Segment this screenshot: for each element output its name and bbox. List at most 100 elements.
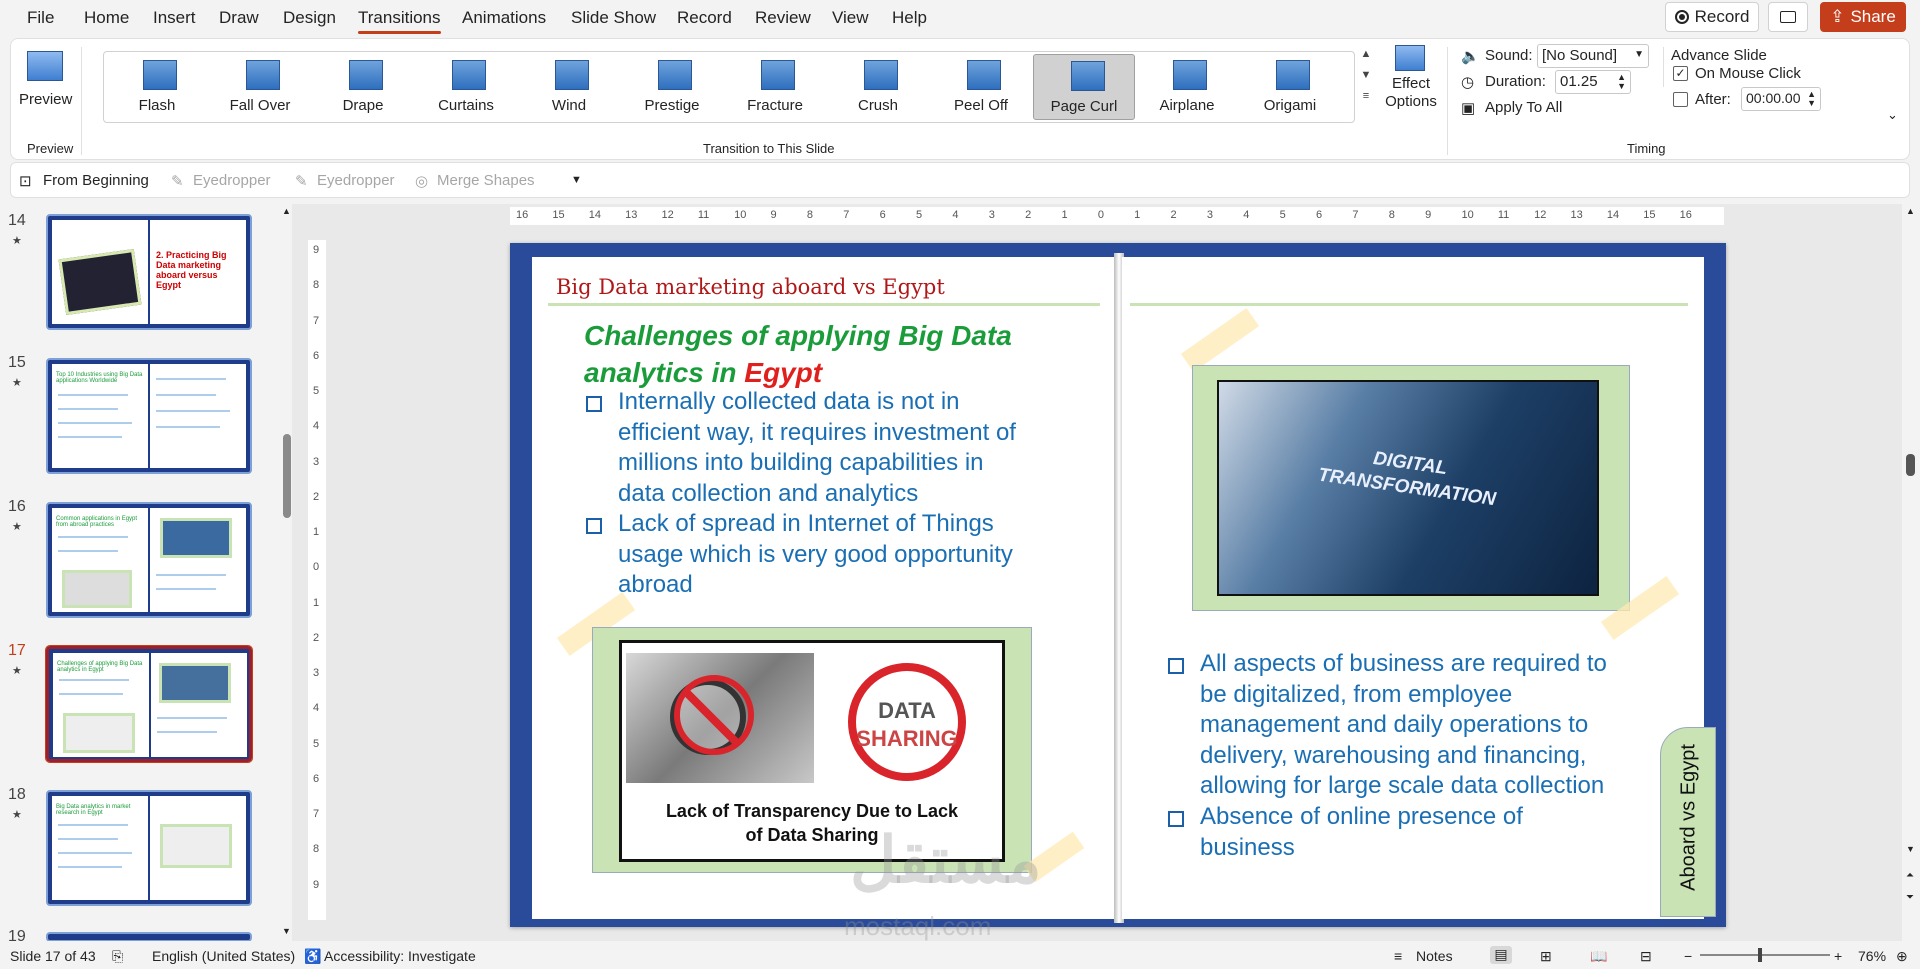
after-input[interactable]: 00:00.00 ▲ ▼ [1741,87,1821,111]
animation-star-icon: ★ [12,809,22,821]
merge-shapes-button[interactable]: Merge Shapes [437,172,535,189]
ruler-tick-label: 6 [313,349,320,362]
slide-sorter-icon[interactable]: ⊞ [1540,948,1552,965]
transition-crush[interactable]: Crush [827,54,929,120]
scroll-up-icon[interactable]: ▲ [1906,206,1915,216]
ruler-tick-label: 15 [1643,209,1656,221]
separator [81,47,82,155]
comment-icon [1780,11,1796,23]
transition-page-curl[interactable]: Page Curl [1033,54,1135,120]
collapse-ribbon-icon[interactable]: ⌄ [1887,107,1898,123]
spinner-icon[interactable]: ▲ ▼ [1617,73,1626,91]
transition-drape[interactable]: Drape [312,54,414,120]
scrollbar-thumb[interactable] [283,434,291,518]
eyedropper-button-2[interactable]: Eyedropper [317,172,395,189]
transition-label: Flash [138,97,176,114]
left-bullet-1: Internally collected data is not in effi… [618,387,1016,509]
thumb-number: 15 [8,354,26,371]
zoom-level[interactable]: 76% [1858,948,1886,964]
slide-thumbnail[interactable]: Common applications in Egypt from abroad… [46,502,252,618]
zoom-slider[interactable] [1700,948,1830,962]
record-button[interactable]: Record [1665,2,1759,32]
side-tab: Aboard vs Egypt [1660,727,1716,917]
menu-home[interactable]: Home [84,8,129,28]
scrollbar-thumb[interactable] [1906,454,1915,476]
slide-canvas[interactable]: Big Data marketing aboard vs Egypt Chall… [510,243,1726,941]
comments-button[interactable] [1768,2,1808,32]
zoom-out-icon[interactable]: − [1684,948,1692,964]
duration-input[interactable]: 01.25 ▲ ▼ [1555,70,1631,94]
share-button[interactable]: ⇪ Share [1820,2,1906,32]
from-beginning-button[interactable]: From Beginning [43,172,149,189]
ruler-tick-label: 3 [313,667,320,680]
zoom-in-icon[interactable]: + [1834,948,1842,964]
normal-view-icon[interactable]: ▤ [1490,946,1512,964]
transition-origami[interactable]: Origami [1239,54,1341,120]
transition-prestige[interactable]: Prestige [621,54,723,120]
apply-to-all-button[interactable]: Apply To All [1485,99,1562,116]
thumb-scrollbar[interactable]: ▲ ▼ [282,204,292,941]
scroll-down-icon[interactable]: ▼ [282,926,291,936]
digital-transformation-photo: DIGITAL TRANSFORMATION [1217,380,1599,596]
menu-transitions[interactable]: Transitions [358,8,441,34]
menu-slide-show[interactable]: Slide Show [571,8,656,28]
notes-button[interactable]: Notes [1416,948,1453,964]
slide-thumbnail[interactable]: Big Data analytics in market research in… [46,790,252,906]
effect-options-button[interactable]: Effect Options [1379,41,1443,121]
editor-scrollbar[interactable]: ▲ ▼ ⏶ ⏷ [1902,204,1920,941]
transition-flash[interactable]: Flash [106,54,208,120]
transition-wind[interactable]: Wind [518,54,620,120]
checkbox-bullet-icon [586,396,602,412]
eyedropper-button[interactable]: Eyedropper [193,172,271,189]
language-indicator[interactable]: English (United States) [152,948,295,964]
zoom-slider-thumb[interactable] [1758,948,1762,962]
sound-select[interactable]: [No Sound] ▼ [1537,44,1649,68]
preview-button[interactable]: Preview [19,45,72,117]
next-slide-icon[interactable]: ⏷ [1906,892,1914,903]
menu-review[interactable]: Review [755,8,811,28]
menu-file[interactable]: File [27,8,54,28]
transition-label: Crush [857,97,898,114]
timing-group-label: Timing [1627,141,1666,156]
spinner-icon[interactable]: ▲ ▼ [1807,90,1816,108]
ruler-tick-label: 9 [770,209,777,221]
menu-design[interactable]: Design [283,8,336,28]
gallery-scroll-up[interactable]: ▲ [1357,43,1375,65]
menu-view[interactable]: View [832,8,869,28]
menu-animations[interactable]: Animations [462,8,546,28]
thumb-line [156,410,230,412]
ruler-tick-label: 7 [313,314,320,327]
scroll-up-icon[interactable]: ▲ [282,206,291,216]
slide-show-icon[interactable]: ⊟ [1640,948,1652,965]
slide-thumbnail-active[interactable]: Challenges of applying Big Data analytic… [45,645,253,763]
accessibility-status[interactable]: Accessibility: Investigate [324,948,476,964]
ruler-tick-label: 7 [843,209,850,221]
transition-curtains[interactable]: Curtains [415,54,517,120]
spelling-icon[interactable]: ⎘ [112,948,123,965]
thumb-page-right: 2. Practicing Big Data marketing aboard … [150,220,246,324]
transition-fall-over[interactable]: Fall Over [209,54,311,120]
scroll-down-icon[interactable]: ▼ [1906,844,1915,854]
customize-qat-icon[interactable]: ▼ [571,174,582,186]
fit-slide-icon[interactable]: ⊕ [1896,948,1908,965]
previous-slide-icon[interactable]: ⏶ [1906,870,1914,881]
gallery-scroll-down[interactable]: ▼ [1357,64,1375,86]
slide-thumbnail[interactable]: 2. Practicing Big Data marketing aboard … [46,214,252,330]
ruler-tick-label: 2 [1170,209,1177,221]
menu-help[interactable]: Help [892,8,927,28]
menu-record[interactable]: Record [677,8,732,28]
gallery-more[interactable]: ≡ [1357,85,1375,107]
after-checkbox[interactable] [1673,92,1688,107]
transition-fracture[interactable]: Fracture [724,54,826,120]
slide-thumbnail[interactable]: Top 10 Industries using Big Data applica… [46,358,252,474]
ruler-tick-label: 12 [661,209,674,221]
transition-peel-off[interactable]: Peel Off [930,54,1032,120]
ruler-tick-label: 1 [313,596,320,609]
transition-airplane[interactable]: Airplane [1136,54,1238,120]
reading-view-icon[interactable]: 📖 [1590,948,1607,965]
menu-insert[interactable]: Insert [153,8,196,28]
menu-draw[interactable]: Draw [219,8,259,28]
transition-label: Airplane [1159,97,1215,114]
on-mouse-click-checkbox[interactable]: ✓ [1673,66,1688,81]
preview-icon [27,51,63,81]
